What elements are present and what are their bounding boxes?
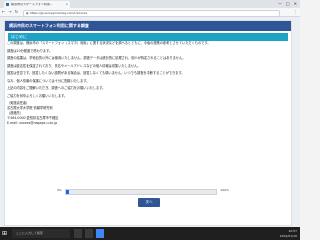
reload-icon[interactable]: ↻ [15,9,18,14]
intro-text: この調査は、横浜市の「スマートフォン（スマホ）利用」に関する状況などを調べるとと… [7,41,279,126]
progress-indicator: 0% 100% [57,188,229,195]
windows-start-icon[interactable]: ⊞ [2,230,9,237]
tab-bar: 横浜市のスマートフォン利用... × — □ ✕ [0,0,300,8]
section-title: はじめに [8,33,288,41]
taskbar: ⊞ ここに入力して検索 10:57 2019/01/16 [0,227,300,240]
intro-paragraph: 調査は20分程度で終わります。 [7,48,53,53]
minimize-icon[interactable]: — [278,1,282,6]
survey-title: 横浜市民のスマートフォン利用に関する調査 [5,21,291,31]
url-text: https://jp.surveymonkey.com/r/xxxxxx [30,10,88,15]
url-field[interactable]: ● https://jp.surveymonkey.com/r/xxxxxx [23,9,280,17]
intro-paragraph: なお、個人情報の保護については十分に配慮いたします。 [7,78,90,83]
chrome-icon[interactable] [96,229,104,238]
progress-end-label: 100% [220,188,229,192]
progress-bar [65,189,217,195]
intro-paragraph: この調査は、横浜市の「スマートフォン（スマホ）利用」に関する状況などを調べるとと… [7,41,211,45]
progress-fill [66,190,69,194]
clock-date: 2019/01/16 [279,233,297,238]
forward-icon[interactable]: → [8,9,11,14]
nav-buttons: ← → ↻ [2,9,18,14]
contact-line: E-mail: xxxxxx@nagoya-u.ac.jp [7,121,58,125]
intro-paragraph: 調査の結果は、学術目的以外には使用いたしません。調査データは統計的に処理され、個… [7,56,186,60]
maximize-icon[interactable]: □ [286,1,290,6]
contact-block: （実施責任者） 名古屋大学大学院 情報学研究科 （連絡先） 〒464-0000 … [7,101,279,126]
close-window-icon[interactable]: ✕ [294,1,297,6]
window-controls: — □ ✕ [278,1,297,6]
favicon-icon [6,3,9,6]
task-view-icon[interactable] [74,229,82,238]
file-explorer-icon[interactable] [85,229,93,238]
next-button[interactable]: 次へ [138,198,160,207]
system-clock[interactable]: 10:57 2019/01/16 [280,229,297,238]
browser-tab[interactable]: 横浜市のスマートフォン利用... × [4,1,70,8]
progress-start-label: 0% [57,188,62,192]
tab-title: 横浜市のスマートフォン利用... [11,3,53,6]
browser-menu-icon[interactable]: ⋮ [293,9,297,14]
back-icon[interactable]: ← [2,9,5,14]
intro-paragraph: 回答は任意です。回答したくない設問がある場合は、回答しなくても構いません。いつで… [7,71,185,75]
intro-paragraph: ご協力を何卒よろしくお願いいたします。 [7,93,68,98]
address-bar-area: ← → ↻ ● https://jp.surveymonkey.com/r/xx… [0,8,300,17]
taskbar-search-input[interactable]: ここに入力して検索 [12,229,70,238]
page-body: 横浜市民のスマートフォン利用に関する調査 はじめに この調査は、横浜市の「スマー… [0,17,300,227]
taskbar-apps [74,229,104,238]
tab-close-icon[interactable]: × [65,2,68,6]
intro-paragraph: 調査は匿名性を保証されており、氏名やメールアドレスなどの個人情報は収集いたしませ… [7,63,141,68]
lock-icon: ● [26,11,29,15]
intro-paragraph: 上記の内容をご理解いただき、調査へのご協力をお願いいたします。 [7,86,106,90]
